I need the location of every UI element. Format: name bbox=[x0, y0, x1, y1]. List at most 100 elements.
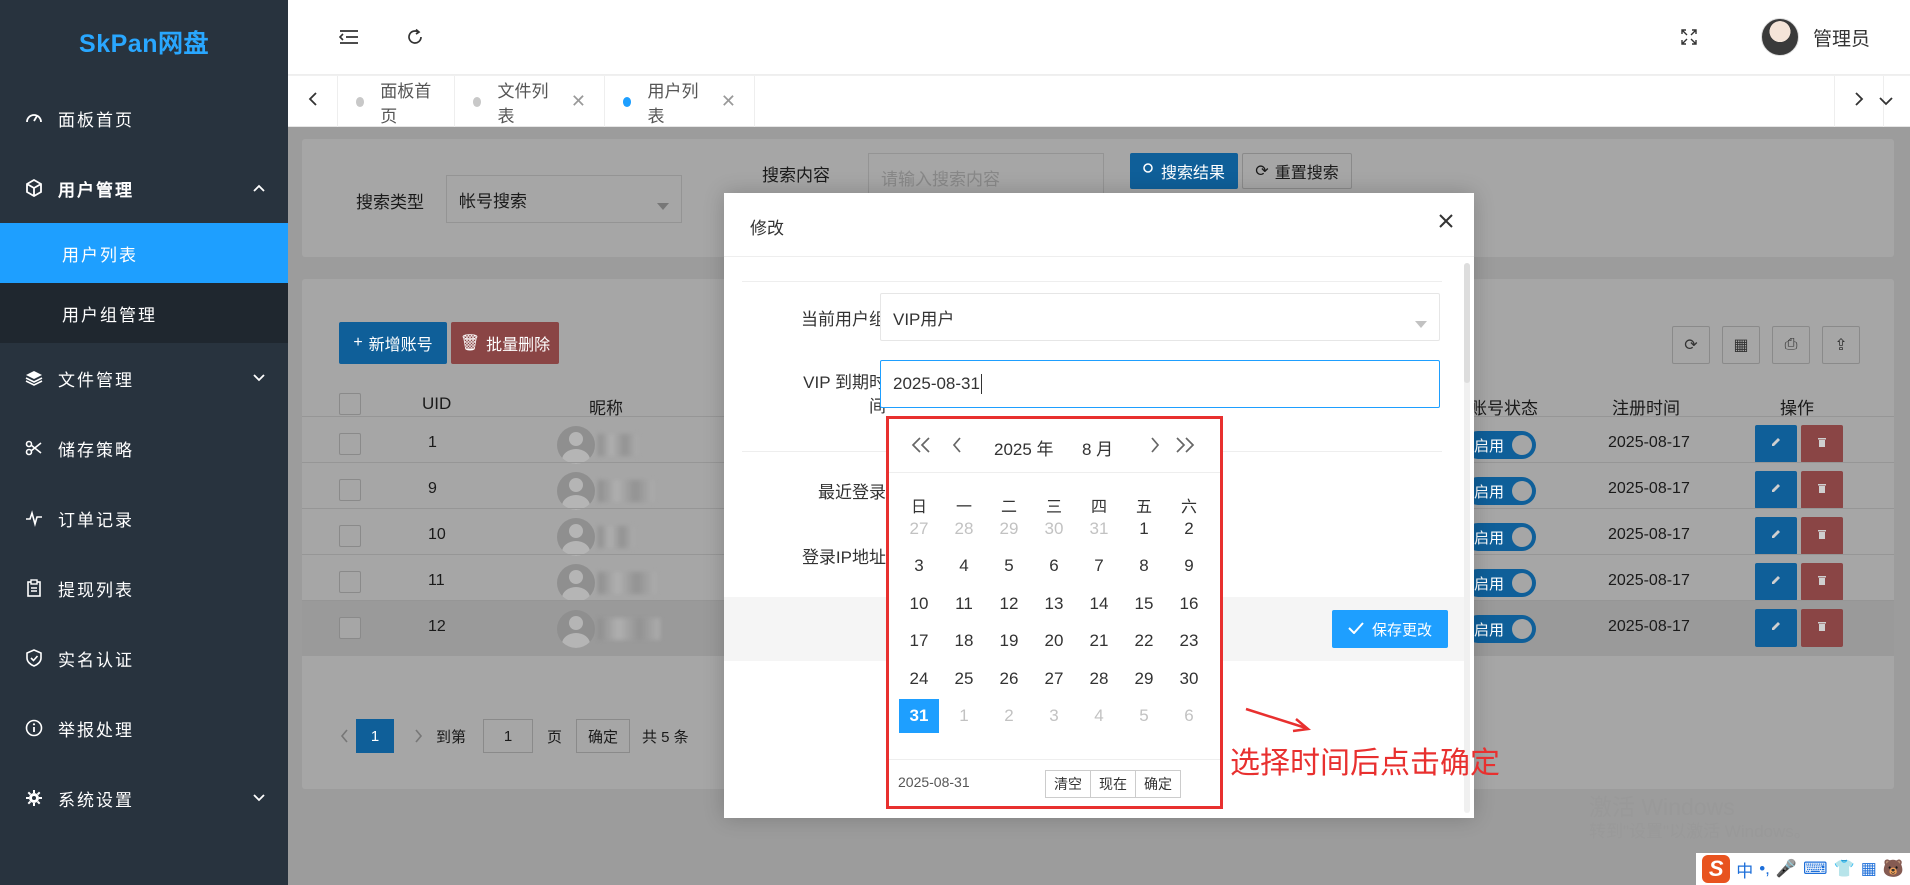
search-type-select[interactable]: 帐号搜索 bbox=[446, 175, 682, 223]
vip-expire-input[interactable]: 2025-08-31 bbox=[880, 360, 1440, 408]
add-user-button[interactable]: + 新增账号 bbox=[339, 322, 447, 364]
skin-icon[interactable]: 👕 bbox=[1834, 859, 1855, 879]
day-cell[interactable]: 15 bbox=[1124, 587, 1164, 621]
day-cell[interactable]: 5 bbox=[989, 549, 1029, 583]
close-icon[interactable]: ✕ bbox=[721, 91, 736, 112]
edit-button[interactable] bbox=[1755, 609, 1797, 647]
day-cell[interactable]: 2 bbox=[989, 699, 1029, 733]
refresh-icon[interactable] bbox=[400, 22, 430, 52]
sidebar-item-file-management[interactable]: 文件管理 bbox=[0, 343, 288, 413]
edit-button[interactable] bbox=[1755, 425, 1797, 463]
day-cell[interactable]: 5 bbox=[1124, 699, 1164, 733]
keyboard-icon[interactable]: ⌨ bbox=[1803, 859, 1828, 879]
day-cell[interactable]: 28 bbox=[1079, 662, 1119, 696]
day-cell[interactable]: 29 bbox=[1124, 662, 1164, 696]
picker-clear-button[interactable]: 清空 bbox=[1045, 770, 1091, 798]
group-select[interactable]: VIP用户 bbox=[880, 293, 1440, 341]
day-cell-selected[interactable]: 31 bbox=[899, 699, 939, 733]
delete-button[interactable] bbox=[1801, 517, 1843, 555]
reset-button[interactable]: ⟳ 重置搜索 bbox=[1242, 153, 1352, 189]
day-cell[interactable]: 4 bbox=[944, 549, 984, 583]
batch-delete-button[interactable]: 🗑 批量删除 bbox=[451, 322, 559, 364]
day-cell[interactable]: 27 bbox=[899, 512, 939, 546]
day-cell[interactable]: 19 bbox=[989, 624, 1029, 658]
status-toggle[interactable]: 启用 bbox=[1464, 477, 1536, 505]
microphone-icon[interactable]: 🎤 bbox=[1776, 859, 1797, 879]
delete-button[interactable] bbox=[1801, 471, 1843, 509]
double-chevron-left-icon[interactable] bbox=[909, 433, 933, 457]
day-cell[interactable]: 24 bbox=[899, 662, 939, 696]
day-cell[interactable]: 21 bbox=[1079, 624, 1119, 658]
status-toggle[interactable]: 启用 bbox=[1464, 569, 1536, 597]
row-checkbox[interactable] bbox=[339, 525, 361, 547]
edit-button[interactable] bbox=[1755, 517, 1797, 555]
row-checkbox[interactable] bbox=[339, 571, 361, 593]
day-cell[interactable]: 17 bbox=[899, 624, 939, 658]
chevron-right-icon[interactable] bbox=[1143, 433, 1167, 457]
row-checkbox[interactable] bbox=[339, 479, 361, 501]
status-toggle[interactable]: 启用 bbox=[1464, 431, 1536, 459]
day-cell[interactable]: 1 bbox=[944, 699, 984, 733]
sidebar-item-user-groups[interactable]: 用户组管理 bbox=[0, 283, 288, 343]
close-icon[interactable]: ✕ bbox=[571, 91, 586, 112]
ime-language[interactable]: 中 bbox=[1736, 857, 1753, 882]
pager-prev[interactable] bbox=[334, 719, 354, 753]
tabs-dropdown-button[interactable] bbox=[1862, 76, 1910, 127]
day-cell[interactable]: 28 bbox=[944, 512, 984, 546]
table-print-button[interactable]: ⎙ bbox=[1772, 326, 1810, 364]
sidebar-item-verification[interactable]: 实名认证 bbox=[0, 623, 288, 693]
day-cell[interactable]: 27 bbox=[1034, 662, 1074, 696]
day-cell[interactable]: 4 bbox=[1079, 699, 1119, 733]
picker-year[interactable]: 2025 年 bbox=[994, 435, 1054, 460]
day-cell[interactable]: 3 bbox=[1034, 699, 1074, 733]
sogou-logo-icon[interactable]: S bbox=[1702, 855, 1731, 883]
pager-confirm-button[interactable]: 确定 bbox=[576, 719, 630, 753]
day-cell[interactable]: 26 bbox=[989, 662, 1029, 696]
picker-confirm-button[interactable]: 确定 bbox=[1135, 770, 1181, 798]
row-checkbox[interactable] bbox=[339, 433, 361, 455]
pager-next[interactable] bbox=[408, 719, 428, 753]
day-cell[interactable]: 18 bbox=[944, 624, 984, 658]
day-cell[interactable]: 3 bbox=[899, 549, 939, 583]
table-columns-button[interactable]: ▦ bbox=[1722, 326, 1760, 364]
day-cell[interactable]: 13 bbox=[1034, 587, 1074, 621]
save-button[interactable]: 保存更改 bbox=[1332, 610, 1448, 648]
edit-button[interactable] bbox=[1755, 471, 1797, 509]
app-logo[interactable]: SkPan网盘 bbox=[0, 0, 288, 83]
sidebar-item-user-management[interactable]: 用户管理 bbox=[0, 153, 288, 223]
day-cell[interactable]: 6 bbox=[1034, 549, 1074, 583]
delete-button[interactable] bbox=[1801, 425, 1843, 463]
bear-icon[interactable]: 🐻 bbox=[1883, 859, 1904, 879]
day-cell[interactable]: 29 bbox=[989, 512, 1029, 546]
chevron-left-icon[interactable] bbox=[945, 433, 969, 457]
status-toggle[interactable]: 启用 bbox=[1464, 523, 1536, 551]
sidebar-item-orders[interactable]: 订单记录 bbox=[0, 483, 288, 553]
pager-page-1[interactable]: 1 bbox=[356, 719, 394, 753]
sidebar-item-dashboard[interactable]: 面板首页 bbox=[0, 83, 288, 153]
status-toggle[interactable]: 启用 bbox=[1464, 615, 1536, 643]
close-icon[interactable] bbox=[1434, 209, 1458, 233]
picker-month[interactable]: 8 月 bbox=[1082, 435, 1113, 460]
day-cell[interactable]: 6 bbox=[1169, 699, 1209, 733]
fullscreen-icon[interactable] bbox=[1674, 22, 1704, 52]
punctuation-icon[interactable]: •, bbox=[1759, 859, 1770, 879]
day-cell[interactable]: 16 bbox=[1169, 587, 1209, 621]
day-cell[interactable]: 1 bbox=[1124, 512, 1164, 546]
sidebar-item-reports[interactable]: 举报处理 bbox=[0, 693, 288, 763]
day-cell[interactable]: 11 bbox=[944, 587, 984, 621]
sidebar-item-settings[interactable]: 系统设置 bbox=[0, 763, 288, 833]
tab-dashboard[interactable]: 面板首页 bbox=[338, 76, 455, 127]
menu-toggle-icon[interactable] bbox=[334, 22, 364, 52]
day-cell[interactable]: 7 bbox=[1079, 549, 1119, 583]
day-cell[interactable]: 8 bbox=[1124, 549, 1164, 583]
tab-file-list[interactable]: 文件列表 ✕ bbox=[455, 76, 605, 127]
tab-user-list[interactable]: 用户列表 ✕ bbox=[605, 76, 755, 127]
pager-goto-input[interactable]: 1 bbox=[483, 719, 533, 753]
day-cell[interactable]: 30 bbox=[1169, 662, 1209, 696]
day-cell[interactable]: 22 bbox=[1124, 624, 1164, 658]
edit-button[interactable] bbox=[1755, 563, 1797, 601]
table-export-button[interactable]: ⇪ bbox=[1822, 326, 1860, 364]
day-cell[interactable]: 10 bbox=[899, 587, 939, 621]
search-button[interactable]: 搜索结果 bbox=[1130, 153, 1238, 189]
day-cell[interactable]: 2 bbox=[1169, 512, 1209, 546]
